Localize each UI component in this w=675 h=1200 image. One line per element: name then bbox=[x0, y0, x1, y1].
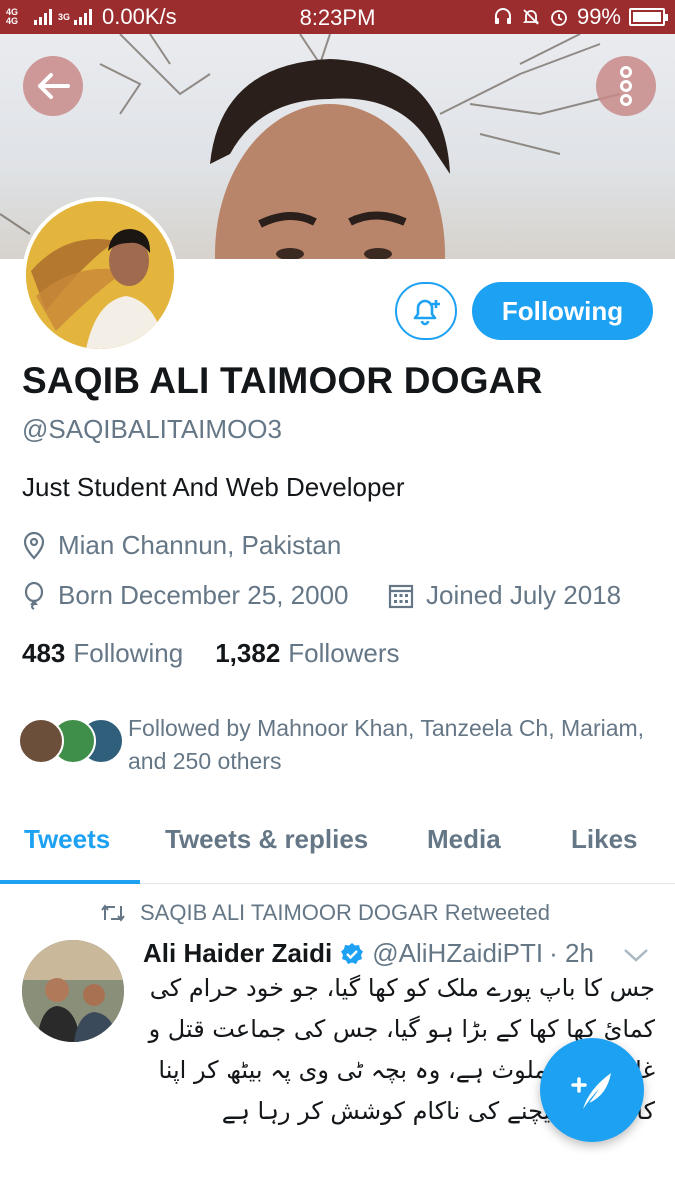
profile-handle: @SAQIBALITAIMOO3 bbox=[22, 414, 282, 444]
location-text: Mian Channun, Pakistan bbox=[58, 530, 342, 560]
tab-tweets-replies[interactable]: Tweets & replies bbox=[165, 824, 368, 855]
joined-text: Joined July 2018 bbox=[426, 580, 622, 610]
tweet-header: Ali Haider Zaidi @AliHZaidiPTI · 2h bbox=[143, 938, 594, 969]
tab-likes[interactable]: Likes bbox=[571, 824, 638, 855]
profile-name: SAQIB ALI TAIMOOR DOGAR bbox=[22, 360, 543, 401]
followed-by-section[interactable]: Followed by Mahnoor Khan, Tanzeela Ch, M… bbox=[18, 712, 663, 782]
tweet-author-avatar[interactable] bbox=[22, 940, 124, 1042]
location-pin-icon bbox=[23, 531, 45, 560]
compose-tweet-button[interactable] bbox=[540, 1038, 644, 1142]
tweet-author-handle: @AliHZaidiPTI bbox=[372, 938, 544, 968]
follow-counts: 483 Following 1,382 Followers bbox=[22, 638, 400, 669]
following-button[interactable]: Following bbox=[472, 282, 653, 340]
headset-icon bbox=[494, 8, 511, 24]
notifications-off-icon bbox=[522, 9, 540, 25]
tweet-time: · 2h bbox=[549, 938, 594, 968]
profile-avatar[interactable] bbox=[22, 197, 178, 353]
tweet-author-name[interactable]: Ali Haider Zaidi bbox=[143, 938, 332, 969]
more-vertical-icon bbox=[620, 66, 632, 106]
header-portrait bbox=[210, 59, 450, 259]
bell-plus-icon bbox=[413, 299, 440, 326]
retweet-context: SAQIB ALI TAIMOOR DOGAR Retweeted bbox=[100, 900, 550, 926]
status-right: 99% bbox=[493, 0, 668, 34]
calendar-icon bbox=[388, 584, 414, 608]
followers-count: 1,382 bbox=[215, 638, 281, 668]
following-count-link[interactable]: 483 Following bbox=[22, 638, 183, 669]
profile-tabs: Tweets Tweets & replies Media Likes bbox=[0, 800, 675, 884]
status-bar: 4G 4G 3G 0.00K/s 8:23PM 99% bbox=[0, 0, 675, 34]
notifications-button[interactable] bbox=[395, 282, 457, 340]
alarm-icon bbox=[551, 10, 567, 26]
verified-badge-icon bbox=[341, 942, 364, 964]
back-button[interactable] bbox=[23, 56, 83, 116]
author-avatar-image bbox=[22, 940, 124, 1042]
arrow-left-icon bbox=[38, 73, 70, 99]
chevron-down-icon[interactable] bbox=[622, 946, 650, 964]
avatar-image bbox=[26, 201, 174, 349]
followers-count-link[interactable]: 1,382 Followers bbox=[215, 638, 399, 669]
profile-location: Mian Channun, Pakistan bbox=[22, 530, 341, 561]
active-tab-indicator bbox=[0, 880, 140, 884]
following-count: 483 bbox=[22, 638, 66, 668]
tab-media[interactable]: Media bbox=[427, 824, 501, 855]
profile-joined: Joined July 2018 bbox=[388, 580, 621, 611]
more-options-button[interactable] bbox=[596, 56, 656, 116]
profile-birthday: Born December 25, 2000 bbox=[22, 580, 349, 611]
followers-count-label: Followers bbox=[288, 638, 400, 668]
followed-by-avatars bbox=[18, 718, 128, 768]
retweet-label: SAQIB ALI TAIMOOR DOGAR Retweeted bbox=[140, 900, 550, 925]
retweet-icon bbox=[101, 904, 125, 922]
profile-bio: Just Student And Web Developer bbox=[22, 472, 405, 502]
follower-avatar bbox=[18, 718, 64, 764]
following-count-label: Following bbox=[73, 638, 184, 668]
battery-percent: 99% bbox=[576, 4, 621, 29]
followed-by-text: Followed by Mahnoor Khan, Tanzeela Ch, M… bbox=[128, 715, 645, 774]
compose-feather-icon bbox=[571, 1073, 611, 1109]
tab-tweets[interactable]: Tweets bbox=[24, 824, 110, 855]
battery-icon bbox=[629, 8, 668, 26]
birthday-text: Born December 25, 2000 bbox=[58, 580, 349, 610]
balloon-icon bbox=[24, 581, 44, 610]
